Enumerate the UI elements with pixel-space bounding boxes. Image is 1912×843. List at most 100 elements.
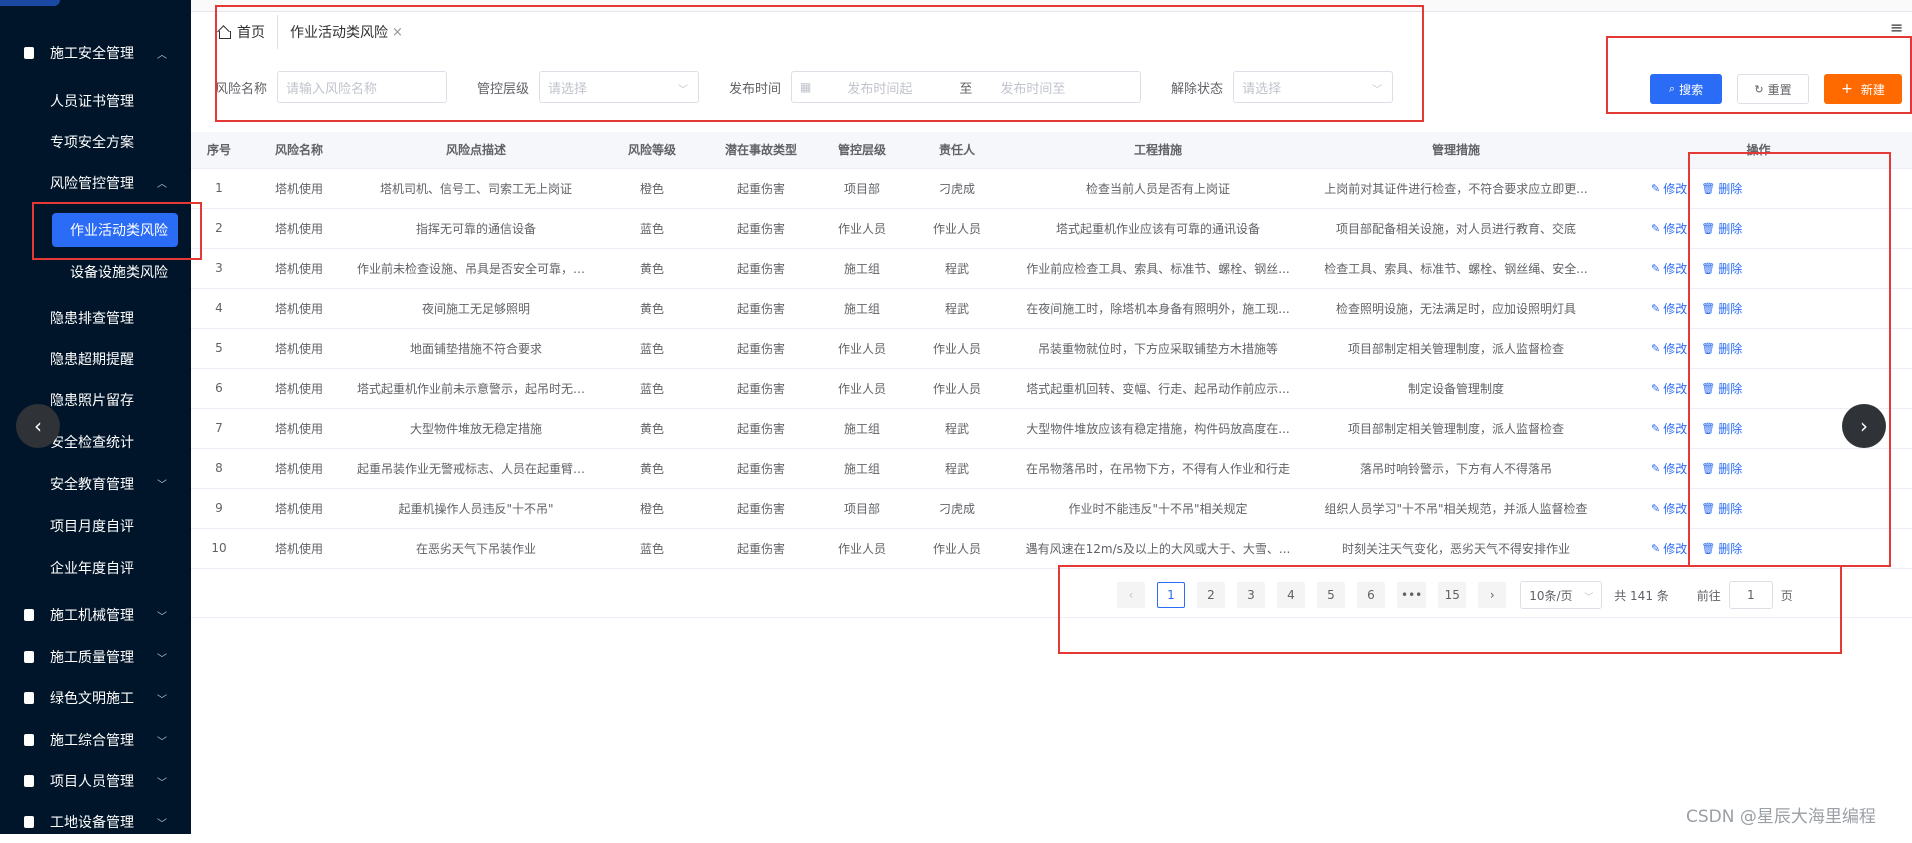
- trash-icon: 🗑: [1701, 381, 1716, 395]
- sidebar-item-safety-plan[interactable]: 专项安全方案: [0, 122, 191, 162]
- search-button[interactable]: ⌕ 搜索: [1650, 74, 1722, 104]
- table-cell: 施工组: [819, 248, 905, 289]
- sidebar-item-hazard-check[interactable]: 隐患排查管理: [0, 298, 191, 338]
- sidebar-item-yearly-eval[interactable]: 企业年度自评: [0, 548, 191, 588]
- sidebar-group-personnel[interactable]: 项目人员管理 ﹀: [0, 760, 191, 802]
- table-cell: 起重伤害: [703, 208, 819, 249]
- table-cell: 塔机使用: [247, 248, 351, 289]
- delete-button[interactable]: 🗑 删除: [1701, 340, 1742, 357]
- tab-home[interactable]: 首页: [205, 15, 278, 49]
- logo-stub: [0, 0, 60, 6]
- edit-button[interactable]: ✎ 修改: [1651, 180, 1687, 197]
- table-cell: 3: [191, 248, 247, 289]
- table-row: 3 塔机使用 作业前未检查设施、吊具是否安全可靠，就开始... 黄色 起重伤害 施工组 程武…: [191, 248, 1912, 289]
- delete-button[interactable]: 🗑 删除: [1701, 260, 1742, 277]
- edit-button[interactable]: ✎ 修改: [1651, 220, 1687, 237]
- sidebar-group-quality[interactable]: 施工质量管理 ﹀: [0, 636, 191, 678]
- table-cell: 程武: [905, 248, 1009, 289]
- table-cell: 在夜间施工时，除塔机本身备有照明外，施工现...: [1009, 288, 1307, 329]
- chevron-down-icon: ﹀: [1584, 593, 1594, 603]
- delete-button[interactable]: 🗑 删除: [1701, 220, 1742, 237]
- sidebar-item-monthly-eval[interactable]: 项目月度自评: [0, 506, 191, 546]
- row-actions: ✎ 修改 🗑 删除: [1605, 488, 1912, 529]
- table-cell: 施工组: [819, 288, 905, 329]
- more-pages-button[interactable]: •••: [1397, 582, 1427, 608]
- delete-button[interactable]: 🗑 删除: [1701, 380, 1742, 397]
- column-header: 管控层级: [819, 132, 905, 169]
- goto-label: 前往: [1696, 588, 1721, 603]
- sidebar-group-safety[interactable]: 施工安全管理 ︿: [0, 32, 191, 74]
- page-button[interactable]: 6: [1357, 582, 1385, 608]
- risk-table: 序号 风险名称 风险点描述 风险等级 潜在事故类型 管控层级 责任人 工程措施 管理措施 操作 1…: [191, 132, 1912, 569]
- edit-button[interactable]: ✎ 修改: [1651, 420, 1687, 437]
- sidebar-subitem-activity-risk[interactable]: 作业活动类风险: [52, 213, 178, 247]
- next-page-button[interactable]: ›: [1478, 582, 1507, 608]
- release-status-select[interactable]: 请选择 ﹀: [1233, 71, 1394, 103]
- edit-icon: ✎: [1651, 421, 1661, 435]
- edit-button[interactable]: ✎ 修改: [1651, 500, 1687, 517]
- table-cell: 作业人员: [905, 208, 1009, 249]
- sidebar-item-risk-control[interactable]: 风险管控管理 ︿: [0, 163, 191, 203]
- edit-icon: ✎: [1651, 261, 1661, 275]
- page-button[interactable]: 1: [1157, 582, 1185, 608]
- chevron-left-icon: ‹: [34, 414, 42, 438]
- sidebar-group-machinery[interactable]: 施工机械管理 ﹀: [0, 594, 191, 636]
- table-cell: 作业时不能违反"十不吊"相关规定: [1009, 488, 1307, 529]
- table-cell: 黄色: [601, 248, 703, 289]
- menu-icon[interactable]: ≡: [1890, 18, 1903, 37]
- sidebar-group-general[interactable]: 施工综合管理 ﹀: [0, 719, 191, 761]
- page-button[interactable]: 3: [1237, 582, 1265, 608]
- tab-activity-risk[interactable]: 作业活动类风险 ×: [278, 15, 415, 49]
- sidebar-group-label: 施工安全管理: [50, 46, 134, 62]
- add-button[interactable]: + 新建: [1824, 74, 1902, 104]
- delete-button[interactable]: 🗑 删除: [1701, 420, 1742, 437]
- delete-label: 删除: [1718, 421, 1743, 436]
- edit-button[interactable]: ✎ 修改: [1651, 260, 1687, 277]
- delete-button[interactable]: 🗑 删除: [1701, 500, 1742, 517]
- page-size-select[interactable]: 10条/页 ﹀: [1520, 581, 1603, 609]
- delete-button[interactable]: 🗑 删除: [1701, 180, 1742, 197]
- sidebar-subitem-equipment-risk[interactable]: 设备设施类风险: [0, 252, 191, 292]
- edit-button[interactable]: ✎ 修改: [1651, 340, 1687, 357]
- home-icon: [217, 25, 231, 39]
- carousel-prev-button[interactable]: ‹: [16, 404, 60, 448]
- page-button[interactable]: 15: [1438, 582, 1467, 608]
- reset-button[interactable]: ↻ 重置: [1737, 74, 1809, 104]
- edit-button[interactable]: ✎ 修改: [1651, 540, 1687, 557]
- publish-time-range[interactable]: ▦ 发布时间起 至 发布时间至: [791, 71, 1142, 103]
- sidebar-group-equipment[interactable]: 工地设备管理 ﹀: [0, 801, 191, 843]
- prev-page-button[interactable]: ‹: [1117, 582, 1145, 608]
- table-cell: 黄色: [601, 448, 703, 489]
- page-button[interactable]: 2: [1197, 582, 1225, 608]
- table-row: 9 塔机使用 起重机操作人员违反"十不吊" 橙色 起重伤害 项目部 刁虎成 作业时不能违反"十…: [191, 488, 1912, 529]
- page-button[interactable]: 4: [1277, 582, 1305, 608]
- edit-icon: ✎: [1651, 221, 1661, 235]
- delete-button[interactable]: 🗑 删除: [1701, 460, 1742, 477]
- delete-button[interactable]: 🗑 删除: [1701, 540, 1742, 557]
- divider: [191, 617, 1912, 618]
- sidebar-item-hazard-overdue[interactable]: 隐患超期提醒: [0, 339, 191, 379]
- publish-end-placeholder: 发布时间至: [1000, 81, 1066, 97]
- sidebar-group-green[interactable]: 绿色文明施工 ﹀: [0, 677, 191, 719]
- carousel-next-button[interactable]: ›: [1842, 404, 1886, 448]
- delete-button[interactable]: 🗑 删除: [1701, 300, 1742, 317]
- edit-button[interactable]: ✎ 修改: [1651, 380, 1687, 397]
- close-icon[interactable]: ×: [392, 25, 403, 40]
- chevron-down-icon: ﹀: [678, 85, 689, 96]
- risk-name-input[interactable]: 请输入风险名称: [277, 71, 448, 103]
- column-header: 责任人: [905, 132, 1009, 169]
- goto-page-input[interactable]: 1: [1728, 581, 1773, 609]
- edit-button[interactable]: ✎ 修改: [1651, 300, 1687, 317]
- edit-button[interactable]: ✎ 修改: [1651, 460, 1687, 477]
- table-cell: 程武: [905, 448, 1009, 489]
- row-actions: ✎ 修改 🗑 删除: [1605, 168, 1912, 209]
- control-level-select[interactable]: 请选择 ﹀: [539, 71, 700, 103]
- row-actions: ✎ 修改 🗑 删除: [1605, 208, 1912, 249]
- delete-label: 删除: [1718, 301, 1743, 316]
- sidebar-item-safety-education[interactable]: 安全教育管理 ﹀: [0, 464, 191, 504]
- table-cell: 起重伤害: [703, 248, 819, 289]
- sidebar-item-certificates[interactable]: 人员证书管理: [0, 81, 191, 121]
- edit-icon: ✎: [1651, 341, 1661, 355]
- row-actions: ✎ 修改 🗑 删除: [1605, 368, 1912, 409]
- page-button[interactable]: 5: [1317, 582, 1345, 608]
